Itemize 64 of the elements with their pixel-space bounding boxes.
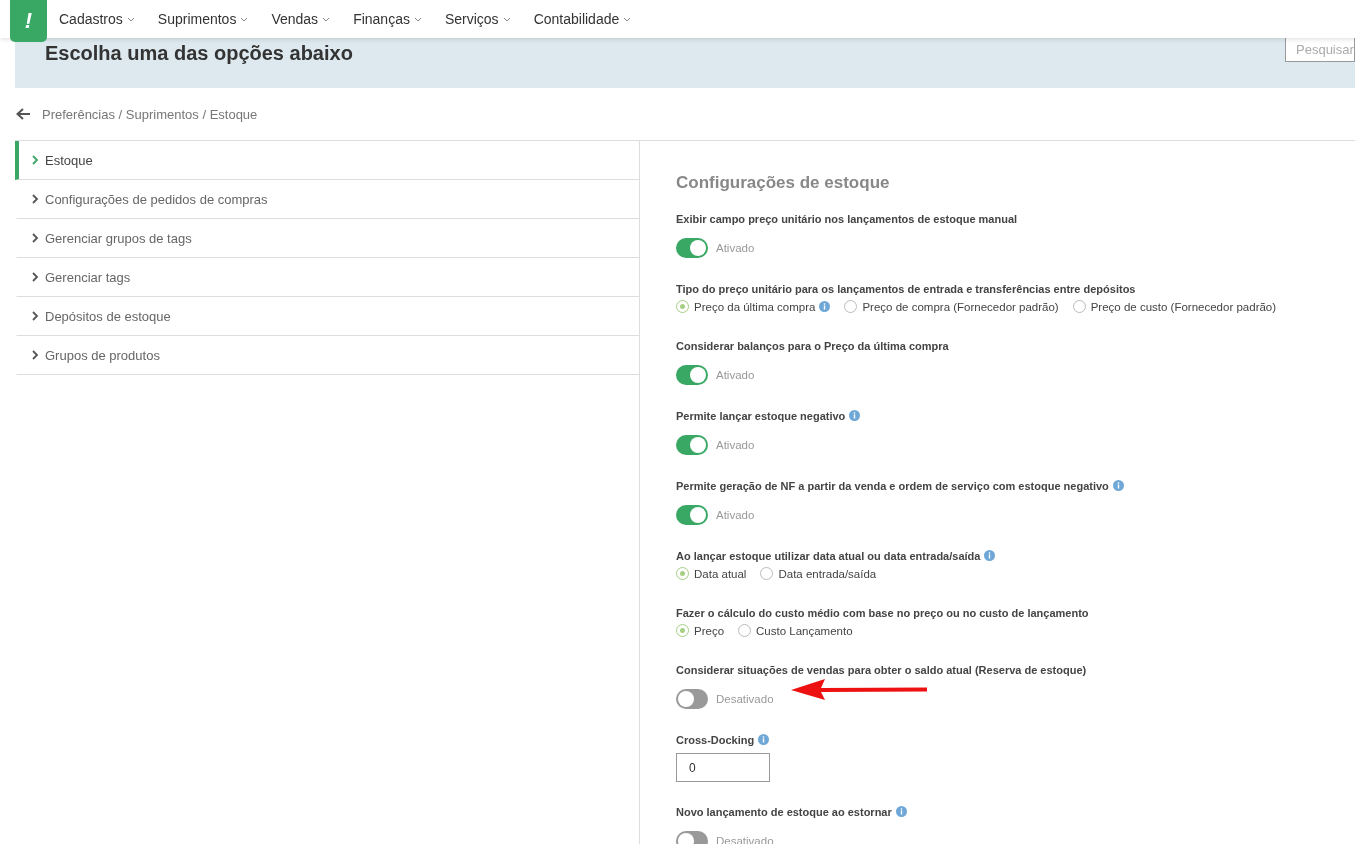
chevron-down-icon <box>623 16 632 22</box>
back-arrow-icon[interactable] <box>15 107 31 121</box>
menu-item[interactable]: Serviços <box>444 11 511 27</box>
setting-label: Considerar balanços para o Preço da última compra <box>676 340 949 352</box>
radio-option[interactable]: Data atual <box>676 567 747 580</box>
sidebar-item[interactable]: Estoque <box>15 141 639 180</box>
setting-label: Cross-Docking <box>676 734 755 746</box>
toggle-state: Desativado <box>716 693 774 705</box>
radio-option[interactable]: Preço da última compra <box>676 300 831 313</box>
menu-item[interactable]: Vendas <box>271 11 331 27</box>
toggle-switch[interactable] <box>676 365 708 385</box>
page-title: Escolha uma das opções abaixo <box>45 42 353 64</box>
toggle-switch[interactable] <box>676 435 708 455</box>
chevron-down-icon <box>240 16 249 22</box>
setting-label: Tipo do preço unitário para os lançamentos de entrada e transferências entre depósitos <box>676 283 1136 295</box>
radio-option[interactable]: Data entrada/saída <box>760 567 877 580</box>
setting-label: Novo lançamento de estoque ao estornar <box>676 806 892 818</box>
radio-button[interactable] <box>676 300 689 313</box>
radio-option[interactable]: Custo Lançamento <box>738 624 853 637</box>
sidebar-item[interactable]: Grupos de produtos <box>15 336 639 375</box>
setting-label: Ao lançar estoque utilizar data atual ou data entrada/saída <box>676 550 981 562</box>
breadcrumb: Preferências / Suprimentos / Estoque <box>42 106 258 122</box>
toggle-state: Ativado <box>716 242 755 254</box>
setting-label: Permite geração de NF a partir da venda e ordem de serviço com estoque negativo <box>676 480 1109 492</box>
setting-label: Considerar situações de vendas para obter o saldo atual (Reserva de estoque) <box>676 664 1087 676</box>
section-title: Configurações de estoque <box>676 173 891 193</box>
sidebar-item[interactable]: Gerenciar grupos de tags <box>15 219 639 258</box>
menu-item[interactable]: Cadastros <box>59 11 135 27</box>
toggle-state: Ativado <box>716 369 755 381</box>
search-field[interactable]: Pesquisar <box>1285 38 1355 62</box>
chevron-right-icon <box>32 350 39 360</box>
radio-button[interactable] <box>1072 300 1086 313</box>
menu-item[interactable]: Finanças <box>353 11 422 27</box>
toggle-switch[interactable] <box>676 689 708 709</box>
radio-option[interactable]: Preço <box>676 624 725 637</box>
sidebar-item[interactable]: Gerenciar tags <box>15 258 639 297</box>
input-field[interactable]: 0 <box>676 753 770 782</box>
chevron-down-icon <box>126 16 135 22</box>
menu-item[interactable]: Suprimentos <box>157 11 249 27</box>
radio-option[interactable]: Preço de custo (Fornecedor padrão) <box>1072 300 1277 313</box>
radio-button[interactable] <box>760 567 774 580</box>
chevron-right-icon <box>32 233 39 243</box>
chevron-right-icon <box>32 194 39 204</box>
radio-button[interactable] <box>676 567 689 580</box>
sidebar-item[interactable]: Depósitos de estoque <box>15 297 639 336</box>
radio-button[interactable] <box>844 300 858 313</box>
toggle-switch[interactable] <box>676 238 708 258</box>
setting-label: Exibir campo preço unitário nos lançamentos de estoque manual <box>676 213 1018 225</box>
radio-button[interactable] <box>738 624 752 637</box>
chevron-down-icon <box>502 16 511 22</box>
toggle-switch[interactable] <box>676 505 708 525</box>
toggle-state: Ativado <box>716 509 755 521</box>
chevron-right-icon <box>32 155 39 165</box>
chevron-right-icon <box>32 272 39 282</box>
sidebar-item[interactable]: Configurações de pedidos de compras <box>15 180 639 219</box>
radio-button[interactable] <box>676 624 689 637</box>
chevron-down-icon <box>322 16 331 22</box>
toggle-state: Ativado <box>716 439 755 451</box>
setting-label: Fazer o cálculo do custo médio com base no preço ou no custo de lançamento <box>676 607 1089 619</box>
setting-label: Permite lançar estoque negativo <box>676 410 846 422</box>
radio-option[interactable]: Preço de compra (Fornecedor padrão) <box>844 300 1059 313</box>
chevron-down-icon <box>413 16 422 22</box>
menu-item[interactable]: Contabilidade <box>533 11 632 27</box>
chevron-right-icon <box>32 311 39 321</box>
